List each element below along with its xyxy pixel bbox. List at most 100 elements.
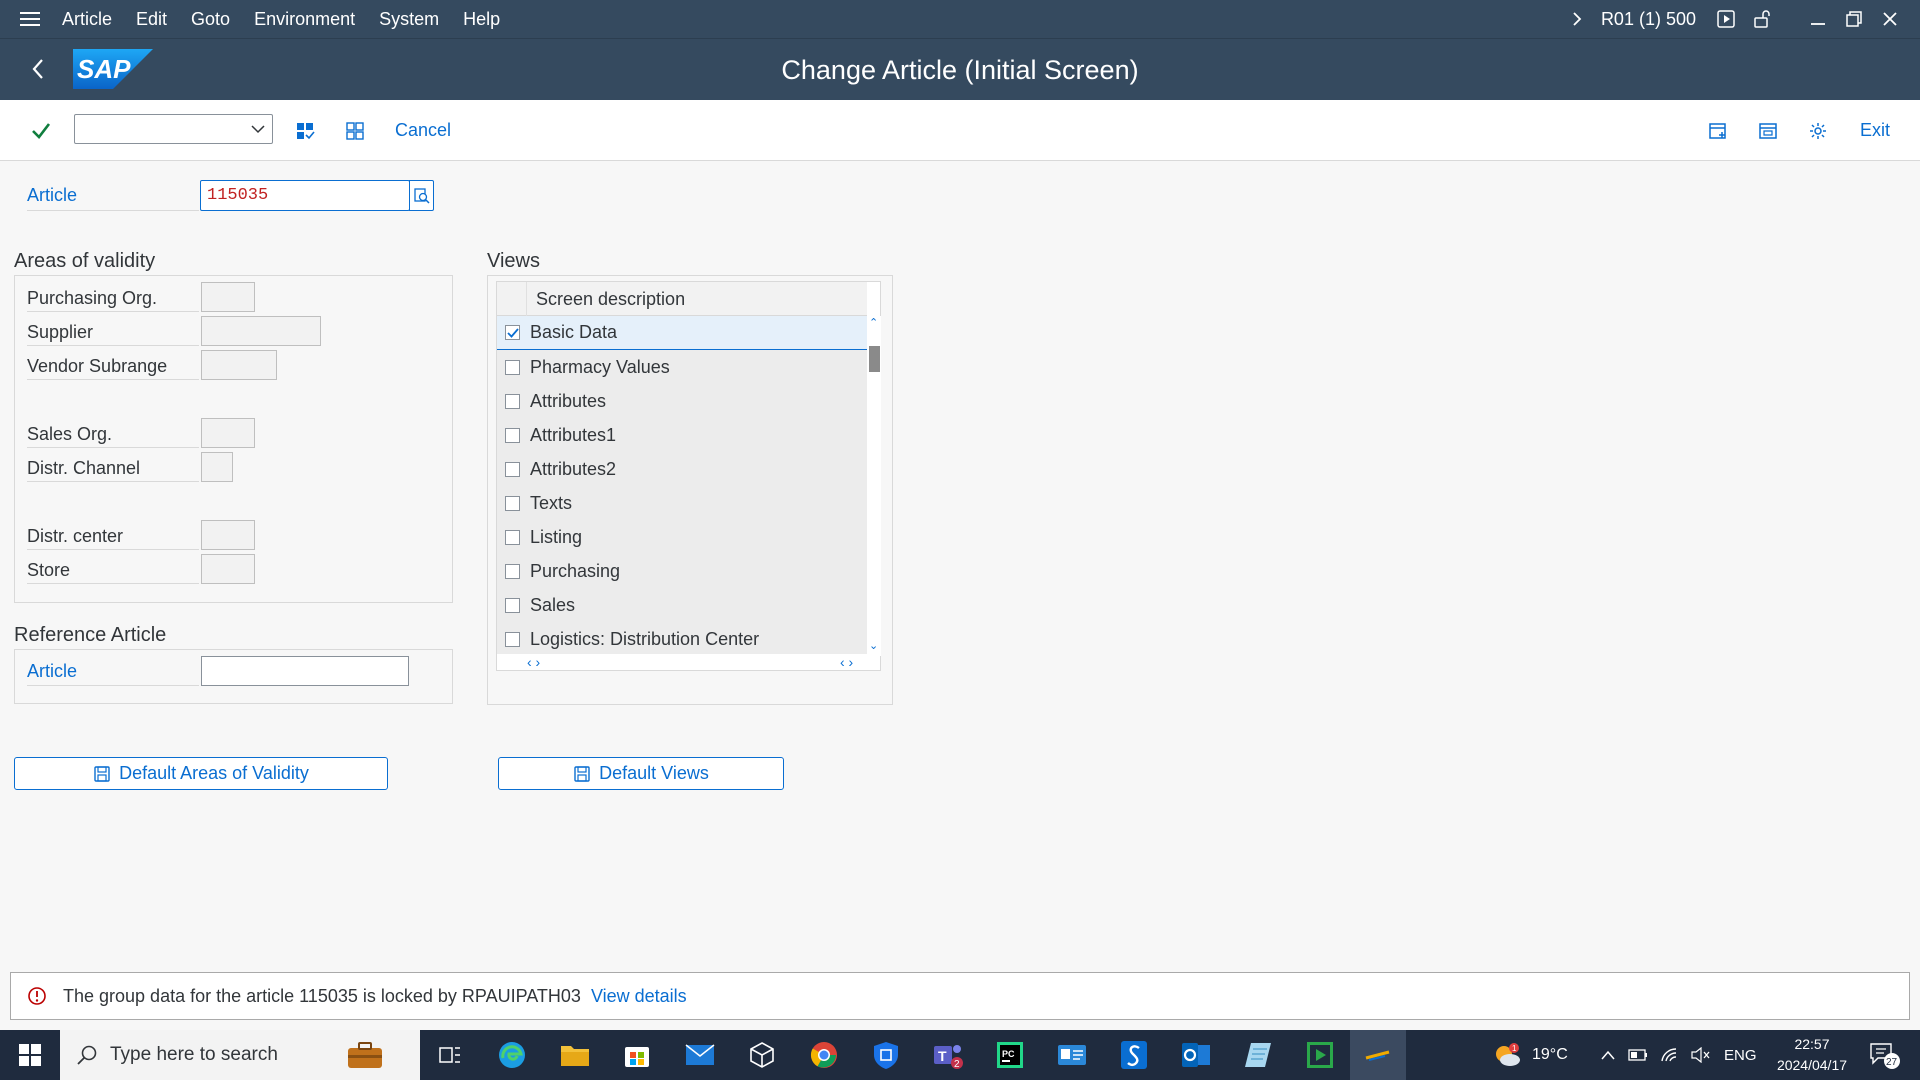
- vendor-subrange-field[interactable]: [201, 350, 277, 380]
- battery-icon[interactable]: [1628, 1048, 1648, 1062]
- minimize-icon[interactable]: [1800, 0, 1836, 38]
- sales-org-field[interactable]: [201, 418, 255, 448]
- horizontal-scrollbar[interactable]: ‹ › ‹ ›: [497, 654, 867, 670]
- value-help-icon[interactable]: [409, 180, 434, 211]
- wifi-icon[interactable]: [1660, 1047, 1680, 1063]
- view-checkbox[interactable]: [505, 631, 520, 647]
- sap-logon-icon[interactable]: [1114, 1035, 1154, 1075]
- view-row-listing[interactable]: Listing: [497, 520, 867, 554]
- restore-icon[interactable]: [1836, 0, 1872, 38]
- scroll-right-icon[interactable]: ‹ ›: [840, 654, 853, 670]
- view-row-sales[interactable]: Sales: [497, 588, 867, 622]
- cancel-button[interactable]: Cancel: [395, 100, 451, 161]
- task-view-icon[interactable]: [430, 1035, 470, 1075]
- security-shield-icon[interactable]: [866, 1035, 906, 1075]
- save-icon: [94, 765, 110, 782]
- package-cube-icon[interactable]: [742, 1035, 782, 1075]
- taskbar-clock[interactable]: 22:57 2024/04/17: [1762, 1034, 1862, 1076]
- article-input[interactable]: 115035: [200, 180, 410, 211]
- view-checkbox[interactable]: [505, 597, 520, 613]
- view-checkbox[interactable]: [505, 529, 520, 545]
- view-row-texts[interactable]: Texts: [497, 486, 867, 520]
- default-views-button[interactable]: Default Views: [498, 757, 784, 790]
- view-row-logistics-dc[interactable]: Logistics: Distribution Center: [497, 622, 867, 656]
- view-checkbox[interactable]: [505, 325, 520, 340]
- view-row-attributes2[interactable]: Attributes2: [497, 452, 867, 486]
- select-all-icon[interactable]: [290, 116, 320, 146]
- edge-browser-icon[interactable]: [492, 1035, 532, 1075]
- status-message-bar: The group data for the article 115035 is…: [10, 972, 1910, 1020]
- system-info: R01 (1) 500: [1600, 8, 1696, 29]
- scroll-down-icon[interactable]: ⌄: [869, 639, 878, 652]
- notification-center-icon[interactable]: 27: [1868, 1030, 1902, 1080]
- expand-chevron-icon[interactable]: [1559, 0, 1595, 38]
- distr-center-field[interactable]: [201, 520, 255, 550]
- create-session-icon[interactable]: [1703, 116, 1733, 146]
- unlock-icon[interactable]: [1744, 0, 1780, 38]
- sap-gui-icon[interactable]: [1350, 1030, 1406, 1080]
- screen-description-header: Screen description: [536, 289, 686, 309]
- menu-help[interactable]: Help: [451, 0, 512, 38]
- store-label: Store: [27, 560, 71, 580]
- outlook-icon[interactable]: [1176, 1035, 1216, 1075]
- menu-article[interactable]: Article: [60, 0, 124, 38]
- chrome-icon[interactable]: [804, 1035, 844, 1075]
- default-areas-label: Default Areas of Validity: [119, 763, 309, 783]
- default-areas-button[interactable]: Default Areas of Validity: [14, 757, 388, 790]
- language-indicator[interactable]: ENG: [1724, 1047, 1757, 1064]
- pycharm-icon[interactable]: PC: [990, 1035, 1030, 1075]
- svg-text:1: 1: [1512, 1044, 1517, 1053]
- view-checkbox[interactable]: [505, 393, 520, 409]
- contacts-card-icon[interactable]: [1052, 1035, 1092, 1075]
- reference-article-input[interactable]: [201, 656, 409, 686]
- view-row-purchasing[interactable]: Purchasing: [497, 554, 867, 588]
- article-label: Article: [27, 185, 78, 205]
- scrollbar-thumb[interactable]: [869, 346, 880, 372]
- view-row-attributes1[interactable]: Attributes1: [497, 418, 867, 452]
- supplier-field[interactable]: [201, 316, 321, 346]
- menu-system[interactable]: System: [367, 0, 451, 38]
- deselect-all-icon[interactable]: [340, 116, 370, 146]
- menu-environment[interactable]: Environment: [242, 0, 367, 38]
- scroll-up-icon[interactable]: ⌃: [869, 316, 878, 329]
- view-checkbox[interactable]: [505, 495, 520, 511]
- store-field[interactable]: [201, 554, 255, 584]
- close-window-icon[interactable]: [1872, 0, 1908, 38]
- view-row-attributes[interactable]: Attributes: [497, 384, 867, 418]
- window-layout-icon[interactable]: [1753, 116, 1783, 146]
- menu-edit[interactable]: Edit: [124, 0, 179, 38]
- speaker-muted-icon[interactable]: [1690, 1047, 1710, 1063]
- mail-icon[interactable]: [680, 1035, 720, 1075]
- teams-icon[interactable]: T2: [928, 1035, 968, 1075]
- view-checkbox[interactable]: [505, 427, 520, 443]
- play-record-icon[interactable]: [1708, 0, 1744, 38]
- file-explorer-icon[interactable]: [555, 1035, 595, 1075]
- menu-goto[interactable]: Goto: [179, 0, 242, 38]
- distr-channel-field[interactable]: [201, 452, 233, 482]
- view-checkbox[interactable]: [505, 359, 520, 375]
- microsoft-store-icon[interactable]: [617, 1035, 657, 1075]
- svg-text:PC: PC: [1002, 1049, 1015, 1059]
- view-row-pharmacy-values[interactable]: Pharmacy Values: [497, 350, 867, 384]
- view-checkbox[interactable]: [505, 461, 520, 477]
- exit-button[interactable]: Exit: [1860, 100, 1890, 161]
- weather-widget[interactable]: 1 19°C: [1492, 1030, 1568, 1080]
- scroll-left-icon[interactable]: ‹ ›: [527, 654, 540, 670]
- command-field[interactable]: [74, 114, 273, 144]
- hamburger-menu-icon[interactable]: [0, 0, 60, 38]
- view-checkbox[interactable]: [505, 563, 520, 579]
- status-message-text: The group data for the article 115035 is…: [63, 985, 581, 1006]
- taskbar-search-box[interactable]: Type here to search: [60, 1030, 420, 1080]
- view-details-link[interactable]: View details: [591, 986, 687, 1007]
- media-player-icon[interactable]: [1300, 1035, 1340, 1075]
- show-hidden-icons-icon[interactable]: [1600, 1049, 1616, 1061]
- view-row-basic-data[interactable]: Basic Data: [497, 316, 867, 350]
- notes-app-icon[interactable]: [1238, 1035, 1278, 1075]
- select-column[interactable]: [497, 282, 527, 316]
- menu-bar: Article Edit Goto Environment System Hel…: [0, 0, 1920, 38]
- enter-checkmark-icon[interactable]: [26, 116, 56, 146]
- settings-gear-icon[interactable]: [1803, 116, 1833, 146]
- views-title: Views: [487, 250, 540, 272]
- purchasing-org-field[interactable]: [201, 282, 255, 312]
- windows-start-icon[interactable]: [0, 1030, 60, 1080]
